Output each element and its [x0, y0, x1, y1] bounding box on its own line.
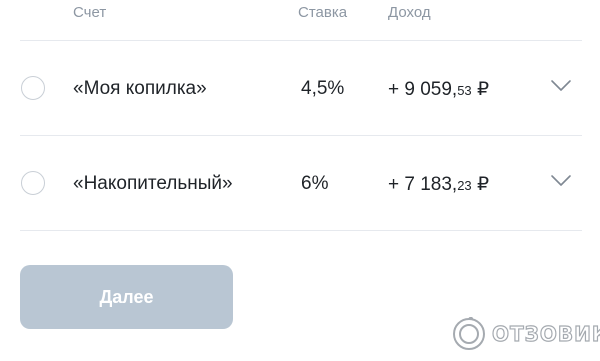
account-row-moya-kopilka[interactable]: «Моя копилка» 4,5% + 9 059,53 ₽ — [0, 41, 600, 135]
chevron-down-icon[interactable] — [550, 174, 572, 188]
income-kopecks: 23 — [457, 178, 472, 193]
column-header-income: Доход — [388, 4, 431, 21]
column-header-rate: Ставка — [298, 4, 348, 21]
next-button[interactable]: Далее — [20, 265, 233, 329]
account-income: + 9 059,53 ₽ — [388, 78, 489, 101]
divider — [20, 230, 582, 231]
income-kopecks: 53 — [457, 83, 472, 98]
account-row-nakopitelnyi[interactable]: «Накопительный» 6% + 7 183,23 ₽ — [0, 136, 600, 230]
account-income: + 7 183,23 ₽ — [388, 173, 489, 196]
watermark-text: ОТЗОВИК — [491, 321, 600, 346]
currency-symbol: ₽ — [471, 79, 490, 100]
income-main: + 7 183, — [388, 174, 458, 195]
chevron-down-icon[interactable] — [550, 79, 572, 93]
account-rate: 4,5% — [301, 78, 345, 99]
watermark: ОТЗОВИК — [452, 316, 600, 352]
radio-icon[interactable] — [21, 171, 45, 195]
income-main: + 9 059, — [388, 79, 458, 100]
account-name: «Накопительный» — [73, 173, 233, 194]
account-rate: 6% — [301, 173, 329, 194]
column-header-account: Счет — [73, 4, 107, 21]
otzovik-logo-icon — [453, 317, 485, 350]
table-header: Счет Ставка Доход — [0, 0, 600, 40]
currency-symbol: ₽ — [471, 174, 490, 195]
account-name: «Моя копилка» — [73, 78, 207, 99]
radio-icon[interactable] — [21, 76, 45, 100]
